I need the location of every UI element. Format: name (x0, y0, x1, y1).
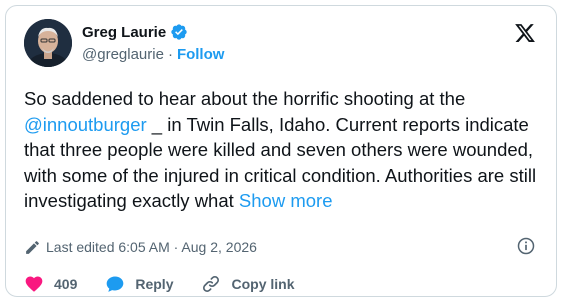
action-bar: 409 Reply Copy link (24, 274, 323, 294)
separator-dot: · (167, 45, 173, 63)
author-handle[interactable]: @greglaurie (82, 46, 164, 63)
edited-meta[interactable]: Last edited 6:05 AM · Aug 2, 2026 (24, 238, 257, 256)
link-icon (203, 275, 220, 293)
author-name[interactable]: Greg Laurie (82, 24, 166, 41)
author-name-row: Greg Laurie (82, 22, 188, 42)
reply-label: Reply (135, 276, 174, 292)
copy-link-label: Copy link (231, 276, 295, 292)
tweet-text: So saddened to hear about the horrific s… (24, 86, 544, 214)
show-more-link[interactable]: Show more (239, 190, 333, 211)
x-logo-icon[interactable] (514, 22, 536, 44)
avatar[interactable] (24, 19, 72, 67)
copy-link-button[interactable]: Copy link (201, 274, 295, 294)
mention-link[interactable]: @innoutburger (24, 114, 147, 135)
heart-icon (25, 276, 43, 292)
like-count: 409 (54, 276, 78, 292)
follow-button[interactable]: Follow (177, 46, 225, 63)
tweet-text-start: So saddened to hear about the horrific s… (24, 88, 466, 109)
pencil-icon (26, 240, 39, 254)
author-handle-row: @greglaurie · Follow (82, 45, 224, 63)
verified-badge-icon (171, 24, 187, 40)
like-button[interactable]: 409 (24, 274, 77, 294)
edited-timestamp: Last edited 6:05 AM · Aug 2, 2026 (46, 239, 257, 255)
reply-bubble-icon (107, 276, 124, 292)
reply-button[interactable]: Reply (105, 274, 173, 294)
info-icon[interactable] (516, 236, 536, 256)
tweet-card: Greg Laurie @greglaurie · Follow So sadd… (5, 5, 557, 297)
